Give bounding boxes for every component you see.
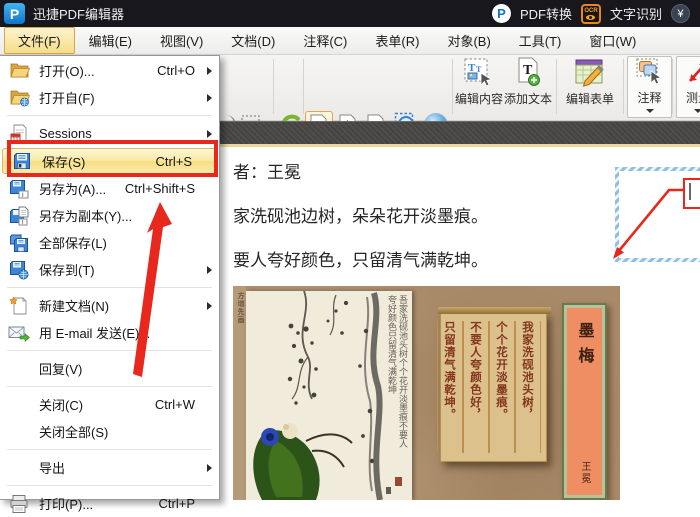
submenu-arrow-icon — [207, 93, 212, 102]
menu-item-open-from[interactable]: 打开自(F) — [0, 84, 219, 111]
title-bar: P 迅捷PDF编辑器 P PDF转换 OCR 文字识别 ¥ — [0, 0, 700, 27]
menu-item-save-all[interactable]: 全部保存(L) — [0, 229, 219, 256]
title-banner: 墨梅 王冕 — [562, 303, 607, 500]
plaque-column-4: 只留清气满乾坤。 — [437, 321, 463, 453]
menu-object[interactable]: 对象(B) — [433, 27, 504, 54]
menu-tools[interactable]: 工具(T) — [505, 27, 576, 54]
menu-item-new-document[interactable]: 新建文档(N) — [0, 292, 219, 319]
menu-window[interactable]: 窗口(W) — [575, 27, 650, 54]
menu-separator — [7, 449, 212, 450]
folder-remote-icon — [8, 87, 30, 108]
edit-form-button[interactable]: 编辑表单 — [560, 56, 620, 118]
save-copy-icon: I — [8, 205, 30, 226]
ink-scroll: 吾家洗砚池头树个个花开淡墨痕不要人夸好颜色只留清气满乾坤 — [246, 290, 412, 500]
submenu-arrow-icon — [207, 66, 212, 75]
app-logo-icon: P — [4, 3, 25, 24]
plaque-column-1: 我家洗砚池头树， — [515, 321, 541, 453]
red-highlight-box — [7, 140, 218, 177]
banner-author-text: 王冕 — [579, 461, 590, 485]
menu-item-email[interactable]: 用 E-mail 发送(E)... — [0, 319, 219, 346]
annotate-dropdown-caret-icon — [645, 109, 654, 113]
pdf-convert-icon[interactable]: P — [491, 4, 511, 23]
menu-form[interactable]: 表单(R) — [361, 27, 433, 54]
menu-item-save-to[interactable]: 保存到(T) — [0, 256, 219, 283]
poem-plaque: 我家洗砚池头树， 个个花开淡墨痕。 不要人夸颜色好， 只留清气满乾坤。 — [437, 307, 551, 462]
menu-item-open[interactable]: 打开(O)... Ctrl+O — [0, 57, 219, 84]
plaque-column-2: 个个花开淡墨痕。 — [489, 321, 515, 453]
submenu-arrow-icon — [207, 301, 212, 310]
banner-title-text: 墨梅 — [575, 322, 595, 372]
doc-author-line: 者：王冕 — [233, 163, 301, 183]
menu-separator — [7, 350, 212, 351]
red-callout-box — [683, 178, 700, 209]
scroll-calligraphy: 吾家洗砚池头树个个花开淡墨痕不要人夸好颜色只留清气满乾坤 — [386, 295, 407, 448]
menu-view[interactable]: 视图(V) — [146, 27, 217, 54]
measure-dropdown-caret-icon — [694, 109, 700, 113]
painting-left-margin: 方增先画 — [233, 286, 246, 500]
submenu-arrow-icon — [207, 463, 212, 472]
menu-separator — [7, 386, 212, 387]
new-document-icon — [8, 295, 30, 316]
menu-separator — [7, 287, 212, 288]
menu-file[interactable]: 文件(F) — [4, 27, 75, 54]
artist-seal-text: 方增先画 — [237, 292, 244, 324]
menu-separator — [7, 485, 212, 486]
doc-poem-line-1: 家洗砚池边树，朵朵花开淡墨痕。 — [233, 207, 488, 227]
menu-item-close-all[interactable]: 关闭全部(S) — [0, 418, 219, 445]
menu-edit[interactable]: 编辑(E) — [75, 27, 146, 54]
menu-bar: 文件(F) 编辑(E) 视图(V) 文档(D) 注释(C) 表单(R) 对象(B… — [0, 27, 700, 55]
menu-document[interactable]: 文档(D) — [217, 27, 289, 54]
ocr-eye-icon — [586, 14, 596, 20]
save-to-icon — [8, 259, 30, 280]
menu-item-print[interactable]: 打印(P)... Ctrl+P — [0, 490, 219, 517]
edit-form-icon — [575, 59, 604, 87]
save-as-icon: I — [8, 178, 30, 199]
printer-icon — [8, 493, 30, 514]
submenu-arrow-icon — [207, 129, 212, 138]
annotate-button[interactable]: 注释 — [627, 56, 672, 118]
submenu-arrow-icon — [207, 265, 212, 274]
menu-item-save-as[interactable]: I 另存为(A)... Ctrl+Shift+S — [0, 175, 219, 202]
ocr-icon[interactable]: OCR — [580, 3, 601, 24]
svg-text:T: T — [468, 62, 476, 74]
file-menu-dropdown: 打开(O)... Ctrl+O 打开自(F) Sessions 保存(S) Ct… — [0, 55, 220, 513]
painting-image: 方增先画 吾家洗砚池头树个个花开淡墨痕不要人夸好颜色只留清气满乾坤 我家洗砚池头… — [233, 286, 620, 500]
measure-icon — [689, 63, 700, 82]
menu-item-save-copy[interactable]: I 另存为副本(Y)... — [0, 202, 219, 229]
menu-item-close[interactable]: 关闭(C) Ctrl+W — [0, 391, 219, 418]
vip-coin-icon[interactable]: ¥ — [671, 4, 690, 23]
annotate-icon — [636, 58, 662, 85]
measure-button[interactable]: 测量 — [676, 56, 700, 118]
menu-comment[interactable]: 注释(C) — [289, 27, 361, 54]
edit-content-button[interactable]: T T 编辑内容 — [455, 56, 503, 118]
plaque-column-3: 不要人夸颜色好， — [463, 321, 489, 453]
menu-separator — [7, 115, 212, 116]
app-title: 迅捷PDF编辑器 — [33, 7, 125, 22]
folder-open-icon — [8, 60, 30, 81]
save-all-icon — [8, 232, 30, 253]
menu-item-revert[interactable]: 回复(V) — [0, 355, 219, 382]
add-text-button[interactable]: T 添加文本 — [504, 56, 552, 118]
menu-item-export[interactable]: 导出 — [0, 454, 219, 481]
email-icon — [8, 322, 30, 343]
pdf-convert-button[interactable]: PDF转换 — [520, 4, 572, 23]
doc-poem-line-2: 要人夸好颜色，只留清气满乾坤。 — [233, 251, 488, 271]
edit-content-icon: T T — [464, 58, 493, 87]
add-text-icon: T — [518, 57, 540, 86]
text-recognition-button[interactable]: 文字识别 — [610, 4, 662, 23]
